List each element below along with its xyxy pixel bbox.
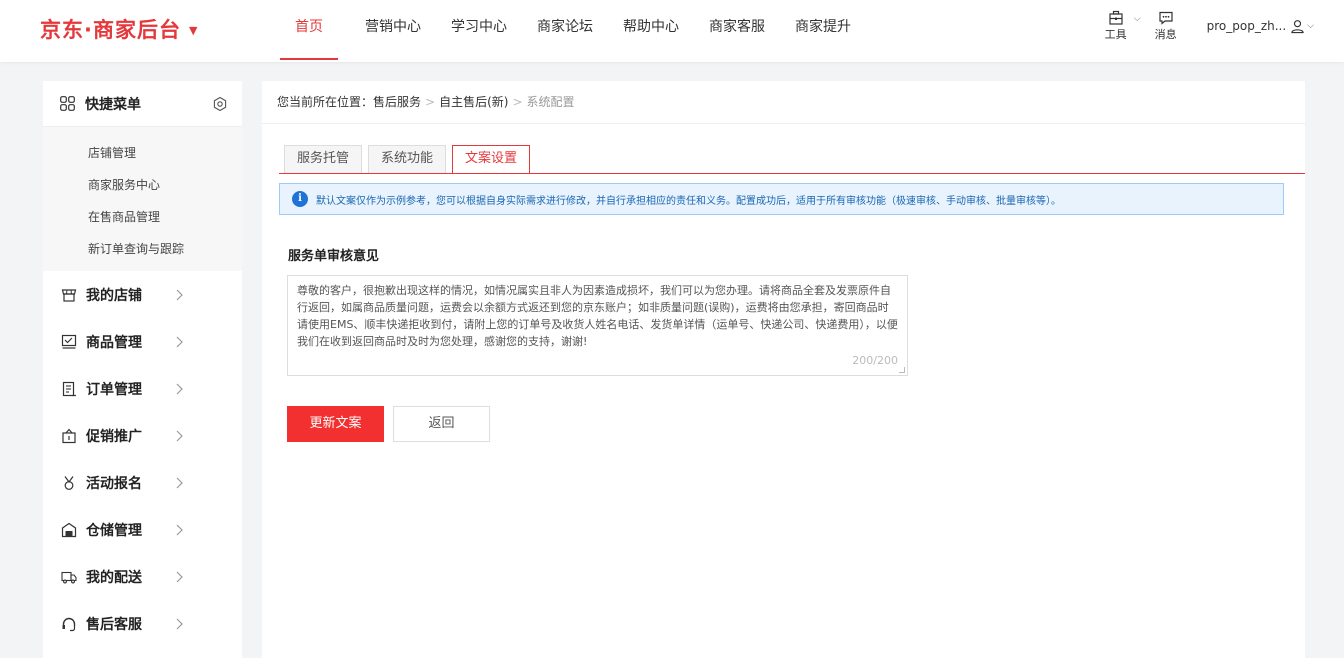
- toolbox-icon: [1109, 10, 1123, 25]
- product-icon: [61, 334, 77, 349]
- char-counter: 200/200: [852, 354, 898, 367]
- breadcrumb-prefix: 您当前所在位置：: [277, 95, 374, 109]
- sidebar-item-after-sales[interactable]: 售后客服: [43, 600, 242, 647]
- tools-label: 工具: [1104, 28, 1127, 41]
- nav-home[interactable]: 首页: [280, 0, 338, 62]
- info-notice: i 默认文案仅作为示例参考，您可以根据自身实际需求进行修改，并自行承担相应的责任…: [279, 183, 1284, 215]
- chevron-right-icon: [176, 430, 183, 441]
- chevron-right-icon: [176, 383, 183, 394]
- breadcrumb-item-after-sales[interactable]: 售后服务: [373, 95, 421, 109]
- tab-service-hosting[interactable]: 服务托管: [284, 145, 363, 173]
- sidebar: 快捷菜单 店铺管理 商家服务中心 在售商品管理 新订单查询与跟踪 我的店铺 商品…: [43, 81, 242, 658]
- quick-menu-list: 店铺管理 商家服务中心 在售商品管理 新订单查询与跟踪: [43, 127, 242, 271]
- chevron-right-icon: [176, 289, 183, 300]
- sidebar-item-label: 售后客服: [86, 616, 142, 633]
- notice-text: 默认文案仅作为示例参考，您可以根据自身实际需求进行修改，并自行承担相应的责任和义…: [316, 195, 1061, 207]
- sidebar-item-activity-signup[interactable]: 活动报名: [43, 459, 242, 506]
- grid-icon: [60, 96, 75, 111]
- top-right-tools: 工具 ⌵ 消息 pro_pop_zh... ⌵: [1077, 10, 1314, 42]
- sidebar-item-label: 我的配送: [86, 569, 142, 586]
- logo-text: 京东·商家后台: [40, 18, 181, 42]
- back-button[interactable]: 返回: [393, 406, 490, 442]
- breadcrumb-item-self-service[interactable]: 自主售后(新): [439, 95, 508, 109]
- user-menu[interactable]: pro_pop_zh... ⌵: [1207, 19, 1314, 34]
- quick-item-on-sale-products[interactable]: 在售商品管理: [43, 201, 242, 233]
- breadcrumb-separator: >: [425, 95, 436, 109]
- sidebar-item-warehouse[interactable]: 仓储管理: [43, 506, 242, 553]
- breadcrumb-separator: >: [512, 95, 523, 109]
- textarea-value: 尊敬的客户，很抱歉出现这样的情况，如情况属实且非人为因素造成损坏，我们可以为您办…: [297, 284, 898, 348]
- nav-learning[interactable]: 学习中心: [451, 0, 507, 62]
- nav-marketing[interactable]: 营销中心: [365, 0, 421, 62]
- sidebar-item-label: 促销推广: [86, 428, 142, 445]
- review-opinion-textarea[interactable]: 尊敬的客户，很抱歉出现这样的情况，如情况属实且非人为因素造成损坏，我们可以为您办…: [287, 275, 908, 376]
- tools-button[interactable]: 工具 ⌵: [1104, 10, 1141, 42]
- quick-item-new-orders[interactable]: 新订单查询与跟踪: [43, 233, 242, 265]
- username: pro_pop_zh...: [1206, 19, 1287, 33]
- quick-menu-header: 快捷菜单: [43, 81, 242, 127]
- breadcrumb: 您当前所在位置：售后服务 > 自主售后(新) > 系统配置: [262, 81, 1305, 124]
- nav-help[interactable]: 帮助中心: [623, 0, 679, 62]
- section-title: 服务单审核意见: [288, 249, 380, 264]
- chevron-right-icon: [176, 524, 183, 535]
- top-bar: 京东·商家后台 ▼ 首页 营销中心 学习中心 商家论坛 帮助中心 商家客服 商家…: [0, 0, 1344, 62]
- chevron-down-icon: ⌵: [1307, 21, 1314, 31]
- sidebar-item-label: 我的店铺: [86, 287, 142, 304]
- chevron-right-icon: [176, 618, 183, 629]
- activity-icon: [64, 475, 74, 490]
- nav-improvement[interactable]: 商家提升: [795, 0, 851, 62]
- update-copy-button[interactable]: 更新文案: [287, 406, 384, 442]
- chevron-down-icon: ⌵: [1133, 14, 1141, 24]
- sidebar-item-label: 活动报名: [86, 475, 142, 492]
- tab-system-functions[interactable]: 系统功能: [368, 145, 447, 173]
- sidebar-item-label: 订单管理: [86, 381, 142, 398]
- sidebar-item-order-management[interactable]: 订单管理: [43, 365, 242, 412]
- sidebar-item-label: 仓储管理: [86, 522, 142, 539]
- main-content: 您当前所在位置：售后服务 > 自主售后(新) > 系统配置 服务托管 系统功能 文案设置…: [262, 81, 1305, 658]
- headset-icon: [62, 617, 76, 631]
- store-icon: [61, 288, 77, 302]
- sidebar-item-product-management[interactable]: 商品管理: [43, 318, 242, 365]
- user-icon: [1291, 19, 1304, 33]
- tab-underline: [279, 173, 1305, 174]
- tab-copy-settings[interactable]: 文案设置: [452, 145, 531, 174]
- info-icon: i: [292, 191, 308, 207]
- gear-icon[interactable]: [212, 96, 228, 112]
- nav-customer-service[interactable]: 商家客服: [709, 0, 765, 62]
- warehouse-icon: [61, 522, 77, 537]
- quick-item-store-management[interactable]: 店铺管理: [43, 137, 242, 169]
- resize-handle-icon[interactable]: [899, 367, 905, 373]
- sidebar-item-promotion[interactable]: 促销推广: [43, 412, 242, 459]
- sidebar-item-my-store[interactable]: 我的店铺: [43, 271, 242, 318]
- chevron-right-icon: [176, 336, 183, 347]
- messages-button[interactable]: 消息: [1155, 10, 1177, 42]
- messages-label: 消息: [1154, 28, 1177, 41]
- caret-down-icon: ▼: [188, 23, 199, 37]
- quick-menu-title: 快捷菜单: [85, 96, 141, 113]
- chevron-right-icon: [176, 571, 183, 582]
- order-icon: [62, 381, 76, 396]
- sidebar-item-delivery[interactable]: 我的配送: [43, 553, 242, 600]
- quick-item-service-center[interactable]: 商家服务中心: [43, 169, 242, 201]
- promotion-icon: [62, 428, 76, 443]
- main-nav: 首页 营销中心 学习中心 商家论坛 帮助中心 商家客服 商家提升: [280, 0, 881, 62]
- message-icon: [1159, 11, 1173, 25]
- chevron-right-icon: [176, 477, 183, 488]
- logo[interactable]: 京东·商家后台 ▼: [40, 14, 198, 44]
- breadcrumb-current: 系统配置: [526, 95, 575, 109]
- tab-bar: 服务托管 系统功能 文案设置: [284, 145, 536, 174]
- sidebar-item-label: 商品管理: [86, 334, 142, 351]
- nav-forum[interactable]: 商家论坛: [537, 0, 593, 62]
- delivery-icon: [61, 571, 77, 583]
